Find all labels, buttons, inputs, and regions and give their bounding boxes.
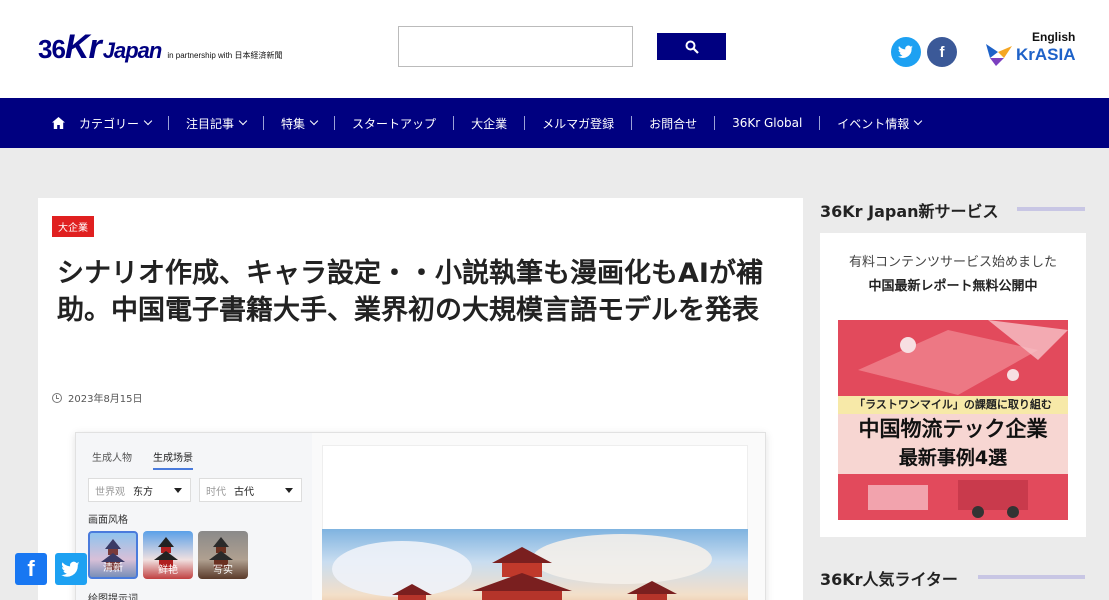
nav-item-contact[interactable]: お問合せ (649, 115, 697, 132)
nav-label: カテゴリー (79, 116, 140, 131)
style-thumb-realistic: 写实 (198, 531, 248, 579)
sidebar-heading-services: 36Kr Japan新サービス (820, 202, 999, 221)
nav-item-featured[interactable]: 注目記事 (186, 115, 248, 132)
nav-label: 特集 (281, 116, 306, 131)
promo-headline-line-1: 中国物流テック企業 (858, 417, 1048, 441)
article-date: 2023年8月15日 (52, 390, 143, 405)
style-label: 画面风格 (88, 515, 128, 526)
twitter-link[interactable] (891, 37, 921, 67)
image-select-world: 世界观 东方 (88, 478, 191, 502)
nav-label: 大企業 (471, 116, 508, 131)
facebook-icon: f (27, 556, 35, 581)
promo-banner[interactable]: 「ラストワンマイル」の課題に取り組む 中国物流テック企業 最新事例4選 (838, 320, 1068, 520)
heading-underline (978, 575, 1085, 579)
article-image: 生成人物 生成场景 世界观 东方 时代 古代 画面风格 清新 鲜艳 写实 绘图提示词 (75, 432, 766, 600)
image-tab-characters: 生成人物 (92, 453, 132, 464)
select-value: 古代 (234, 486, 254, 498)
krasia-mark-icon (986, 44, 1012, 66)
nav-divider (453, 116, 455, 130)
nav-item-global[interactable]: 36Kr Global (732, 116, 802, 130)
share-twitter-button[interactable] (55, 553, 87, 585)
style-label-text: 鲜艳 (158, 565, 178, 576)
krasia-logo[interactable]: KrASIA (986, 44, 1076, 66)
nav-divider (168, 116, 170, 130)
caret-down-icon (174, 488, 182, 493)
nav-item-special[interactable]: 特集 (281, 115, 319, 132)
style-thumb-fresh: 清新 (88, 531, 138, 579)
chevron-down-icon (238, 116, 248, 126)
style-label-text: 清新 (103, 563, 123, 574)
sidebar-promo-card: 有料コンテンツサービス始めました 中国最新レポート無料公開中 「ラストワンマイル… (820, 233, 1086, 537)
nav-label: メルマガ登録 (542, 116, 615, 131)
chevron-down-icon (914, 116, 923, 126)
nav-item-category[interactable]: カテゴリー (79, 115, 153, 132)
nav-divider (631, 116, 633, 130)
site-header: 36KrJapan in partnership with 日本経済新聞 f E… (0, 0, 1109, 98)
nav-item-events[interactable]: イベント情報 (837, 115, 923, 132)
promo-headline: 中国物流テック企業 最新事例4選 (838, 414, 1068, 474)
select-label: 世界观 (95, 486, 125, 498)
main-nav: カテゴリー 注目記事 特集 スタートアップ 大企業 メルマガ登録 お問合せ 36… (0, 98, 1109, 148)
select-value: 东方 (133, 486, 153, 498)
generated-scene-image (322, 529, 748, 600)
nav-label: お問合せ (649, 116, 698, 131)
promo-headline-line-2: 最新事例4選 (898, 447, 1008, 469)
nav-label: 注目記事 (186, 116, 235, 131)
category-badge[interactable]: 大企業 (52, 216, 94, 237)
facebook-link[interactable]: f (927, 37, 957, 67)
home-icon[interactable] (52, 117, 65, 129)
promo-band: 「ラストワンマイル」の課題に取り組む (838, 396, 1068, 414)
logo-japan: Japan (102, 38, 163, 63)
search-input[interactable] (398, 26, 633, 67)
nav-label: スタートアップ (352, 116, 437, 131)
twitter-icon (898, 45, 913, 58)
image-select-era: 时代 古代 (199, 478, 302, 502)
caret-down-icon (285, 488, 293, 493)
nav-label: 36Kr Global (732, 116, 803, 130)
nav-item-newsletter[interactable]: メルマガ登録 (542, 115, 614, 132)
nav-divider (524, 116, 526, 130)
search-icon (685, 40, 699, 54)
promo-line-2[interactable]: 中国最新レポート無料公開中 (820, 275, 1086, 294)
prompt-label: 绘图提示词 (88, 594, 138, 600)
site-logo[interactable]: 36KrJapan in partnership with 日本経済新聞 (38, 30, 282, 64)
twitter-icon (61, 561, 80, 577)
image-tab-scenes: 生成场景 (153, 449, 193, 470)
english-link[interactable]: English (1032, 30, 1075, 44)
palace-scene-icon (332, 534, 712, 600)
logo-tagline: in partnership with 日本経済新聞 (167, 51, 283, 60)
nav-item-enterprise[interactable]: 大企業 (471, 115, 507, 132)
heading-underline (1017, 207, 1085, 211)
logo-36: 36 (38, 34, 66, 64)
logo-mark: 36KrJapan (38, 28, 163, 66)
clock-icon (52, 392, 62, 403)
nav-label: イベント情報 (837, 116, 910, 131)
image-settings-panel: 生成人物 生成场景 世界观 东方 时代 古代 画面风格 清新 鲜艳 写实 绘图提示词 (76, 433, 312, 600)
style-label-text: 写实 (213, 565, 233, 576)
date-text: 2023年8月15日 (68, 394, 143, 405)
share-facebook-button[interactable]: f (15, 553, 47, 585)
nav-item-startup[interactable]: スタートアップ (352, 115, 436, 132)
nav-divider (263, 116, 265, 130)
logo-kr: Kr (64, 28, 102, 66)
nav-divider (819, 116, 821, 130)
style-thumb-vivid: 鲜艳 (143, 531, 193, 579)
nav-divider (714, 116, 716, 130)
select-label: 时代 (206, 486, 226, 498)
search-button[interactable] (657, 33, 726, 60)
promo-line-1: 有料コンテンツサービス始めました (848, 255, 1057, 270)
nav-divider (334, 116, 336, 130)
chevron-down-icon (309, 116, 319, 126)
chevron-down-icon (143, 116, 153, 126)
facebook-icon: f (939, 43, 945, 61)
krasia-wordmark: KrASIA (1016, 45, 1076, 64)
sidebar-heading-writers: 36Kr人気ライター (820, 570, 958, 589)
article-card: 大企業 シナリオ作成、キャラ設定・・小説執筆も漫画化もAIが補助。中国電子書籍大… (38, 198, 803, 600)
article-title: シナリオ作成、キャラ設定・・小説執筆も漫画化もAIが補助。中国電子書籍大手、業界… (57, 258, 763, 326)
